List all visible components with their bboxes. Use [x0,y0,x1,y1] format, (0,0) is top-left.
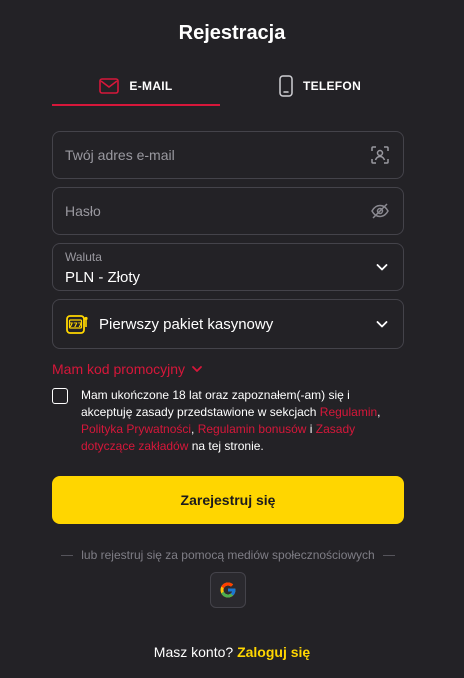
terms-text-part: Mam ukończone 18 lat oraz zapoznałem(-am… [81,388,350,419]
tab-email-label: E-MAIL [129,79,173,93]
envelope-icon [99,78,120,94]
password-input[interactable] [65,188,369,234]
login-question: Masz konto? [153,644,234,660]
slot-machine-icon: 777 [65,312,89,336]
divider-line [382,554,395,556]
terms-text: Mam ukończone 18 lat oraz zapoznałem(-am… [81,387,404,455]
register-button[interactable]: Zarejestruj się [52,476,404,524]
tab-email[interactable]: E-MAIL [52,66,220,106]
face-scan-icon[interactable] [369,144,391,166]
terms-text-separator: i [306,422,316,436]
bonus-package-select[interactable]: 777 Pierwszy pakiet kasynowy [52,299,404,349]
eye-off-icon[interactable] [369,200,391,222]
google-icon [219,581,237,599]
terms-checkbox[interactable] [52,388,68,404]
social-divider-text: lub rejestruj się za pomocą mediów społe… [81,548,375,562]
registration-tabs: E-MAIL TELEFON [52,66,404,106]
page-title: Rejestracja [178,22,286,44]
social-divider: lub rejestruj się za pomocą mediów społe… [52,548,404,562]
promo-code-label: Mam kod promocyjny [52,361,186,377]
terms-link-regulamin[interactable]: Regulamin [320,405,377,419]
terms-consent: Mam ukończone 18 lat oraz zapoznałem(-am… [52,387,404,455]
privacy-policy-link[interactable]: Polityka Prywatności [81,422,191,436]
terms-text-part: na tej stronie. [188,439,264,453]
currency-value: PLN - Złoty [65,269,141,286]
chevron-down-icon [375,260,389,274]
tab-active-indicator [52,104,220,106]
password-field [52,187,404,235]
currency-select[interactable]: Waluta PLN - Złoty [52,243,404,291]
tab-phone-label: TELEFON [302,79,362,93]
divider-line [61,554,74,556]
bonus-terms-link[interactable]: Regulamin bonusów [198,422,307,436]
terms-text-separator: , [377,405,381,419]
login-link[interactable]: Zaloguj się [237,644,310,660]
svg-text:777: 777 [69,321,83,329]
email-field [52,131,404,179]
bonus-package-value: Pierwszy pakiet kasynowy [99,315,274,333]
google-login-button[interactable] [210,572,246,608]
chevron-down-icon [375,317,389,331]
tab-phone[interactable]: TELEFON [236,66,404,106]
promo-code-toggle[interactable]: Mam kod promocyjny [52,361,203,377]
terms-text-separator: , [191,422,198,436]
chevron-down-icon [191,363,203,375]
login-prompt: Masz konto? Zaloguj się [0,644,464,660]
phone-icon [279,75,293,97]
email-input[interactable] [65,132,369,178]
currency-label: Waluta [65,250,102,264]
